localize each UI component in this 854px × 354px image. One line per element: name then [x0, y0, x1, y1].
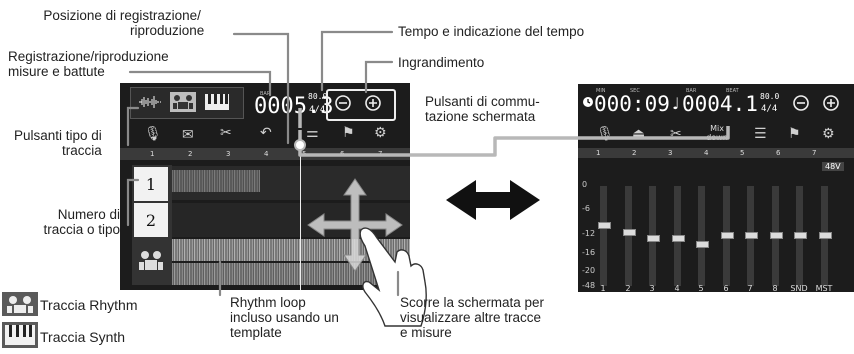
callout-rec-position: Posizione di registrazione/ riproduzione: [40, 8, 204, 38]
callout-track-type: Pulsanti tipo di traccia: [14, 128, 102, 158]
callout-screen-switch: Pulsanti di commu- tazione schermata: [425, 94, 540, 124]
callout-zoom: Ingrandimento: [398, 55, 485, 70]
callout-line-text: Scorre la schermata per: [400, 295, 545, 310]
callout-line-text: Pulsanti tipo di: [14, 128, 102, 143]
callout-line-text: Rhythm loop: [230, 295, 306, 310]
callout-line-text: riproduzione: [130, 23, 205, 38]
callout-line-text: Numero di: [57, 207, 120, 222]
swap-arrow-icon: [446, 180, 540, 220]
callout-line-text: Pulsanti di commu-: [425, 94, 540, 109]
callout-line-text: visualizzare altre tracce: [400, 310, 542, 325]
callout-line-text: traccia o tipo: [43, 222, 120, 237]
callout-line-text: traccia: [62, 143, 102, 158]
callout-line-text: Posizione di registrazione/: [43, 8, 201, 23]
legend-synth-label: Traccia Synth: [40, 329, 126, 345]
legend-synth-icon: [2, 322, 38, 348]
callout-line-text: e misure: [400, 325, 452, 340]
callout-scroll: Scorre la schermata per visualizzare alt…: [400, 295, 544, 340]
legend-rhythm-icon: [2, 292, 38, 316]
callout-line-text: tazione schermata: [425, 109, 536, 124]
callout-line-text: incluso usando un: [230, 310, 339, 325]
callout-line-text: template: [230, 325, 282, 340]
callout-rhythm-loop: Rhythm loop incluso usando un template: [230, 295, 339, 340]
callout-rec-bars: Registrazione/riproduzione misure e batt…: [8, 49, 169, 79]
callout-tempo: Tempo e indicazione del tempo: [398, 24, 585, 39]
legend-rhythm-label: Traccia Rhythm: [40, 297, 138, 313]
callout-track-number: Numero di traccia o tipo: [8, 207, 120, 237]
callout-line-text: Registrazione/riproduzione: [8, 49, 169, 64]
callout-line-text: misure e battute: [8, 64, 105, 79]
